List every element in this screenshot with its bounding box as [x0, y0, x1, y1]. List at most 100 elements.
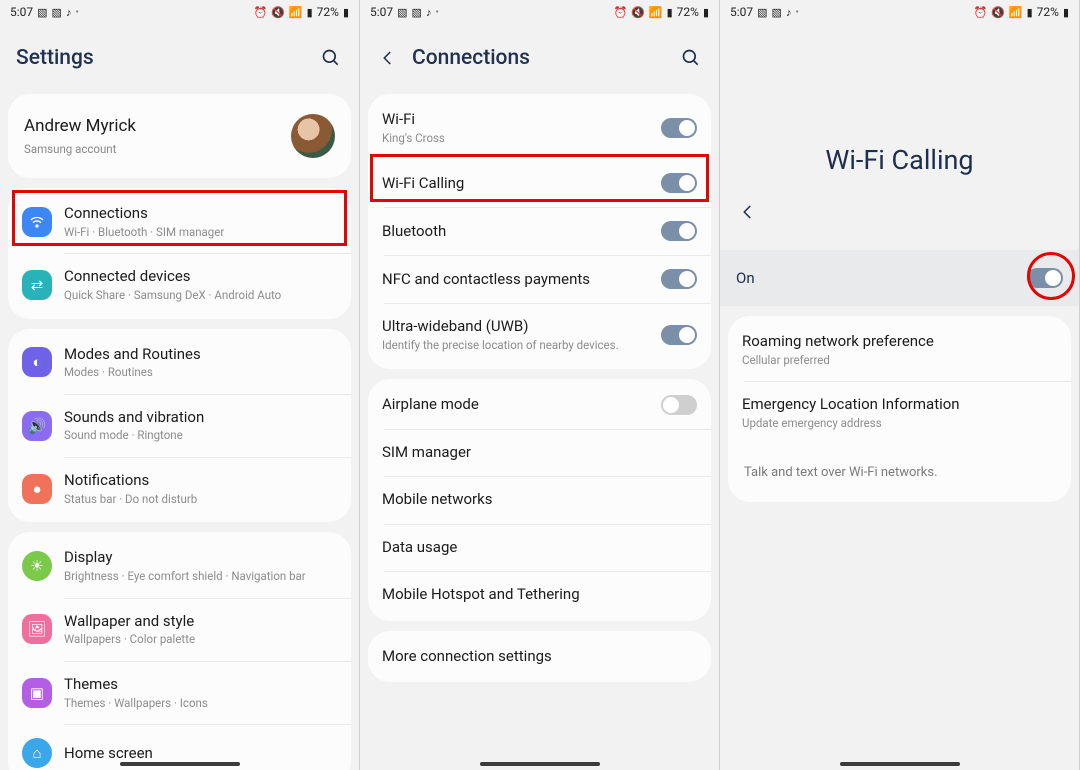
row-sub: Identify the precise location of nearby … — [382, 339, 649, 353]
row-connected-devices[interactable]: ⇄ Connected devices Quick Share · Samsun… — [8, 253, 351, 316]
row-title: NFC and contactless payments — [382, 270, 649, 290]
row-sub: Wallpapers · Color palette — [64, 633, 337, 647]
wifi-calling-toggle[interactable] — [661, 173, 697, 193]
profile-card[interactable]: Andrew Myrick Samsung account — [8, 94, 351, 178]
bluetooth-toggle[interactable] — [661, 221, 697, 241]
back-button[interactable] — [376, 46, 400, 70]
signal-icon: ▮ — [1027, 7, 1033, 18]
row-sub: Cellular preferred — [742, 354, 1057, 368]
themes-icon: ▣ — [22, 678, 52, 708]
row-title: Roaming network preference — [742, 332, 1057, 352]
row-wallpaper[interactable]: 🖼 Wallpaper and style Wallpapers · Color… — [8, 598, 351, 661]
row-wifi[interactable]: Wi-Fi King's Cross — [368, 96, 711, 159]
group-display: ☀ Display Brightness · Eye comfort shiel… — [8, 532, 351, 770]
profile-name: Andrew Myrick — [24, 116, 291, 136]
group-wireless: Wi-Fi King's Cross Wi-Fi Calling Bluetoo… — [368, 94, 711, 369]
battery-icon: ▮ — [343, 7, 349, 18]
profile-sub: Samsung account — [24, 142, 291, 156]
row-title: Sounds and vibration — [64, 408, 337, 428]
gesture-handle[interactable] — [480, 762, 600, 766]
picture-icon: ▧ — [37, 7, 47, 18]
devices-icon: ⇄ — [22, 270, 52, 300]
wifi-icon — [22, 207, 52, 237]
signal-icon: ▮ — [667, 7, 673, 18]
clock: 5:07 — [370, 5, 393, 19]
wifi-icon: 📶 — [649, 7, 663, 18]
group-network: Airplane mode SIM manager Mobile network… — [368, 379, 711, 621]
uwb-toggle[interactable] — [661, 325, 697, 345]
page-title: Wi-Fi Calling — [720, 144, 1079, 176]
page-title: Connections — [412, 46, 667, 70]
gesture-handle[interactable] — [120, 762, 240, 766]
on-section: On — [720, 250, 1079, 306]
mute-icon: 🔇 — [271, 7, 285, 18]
music-icon: ♪ — [66, 7, 72, 18]
row-modes[interactable]: ◐ Modes and Routines Modes · Routines — [8, 331, 351, 394]
clock: 5:07 — [730, 5, 753, 19]
search-button[interactable] — [319, 46, 343, 70]
row-wifi-calling[interactable]: Wi-Fi Calling — [368, 159, 711, 207]
group-options: Roaming network preference Cellular pref… — [728, 316, 1071, 502]
row-airplane[interactable]: Airplane mode — [368, 381, 711, 429]
wifi-calling-master-toggle[interactable] — [1027, 268, 1063, 288]
row-sub: Brightness · Eye comfort shield · Naviga… — [64, 570, 337, 584]
picture-icon: ▧ — [757, 7, 767, 18]
row-bluetooth[interactable]: Bluetooth — [368, 207, 711, 255]
music-icon: ♪ — [426, 7, 432, 18]
row-sim[interactable]: SIM manager — [368, 429, 711, 477]
airplane-toggle[interactable] — [661, 395, 697, 415]
row-themes[interactable]: ▣ Themes Themes · Wallpapers · Icons — [8, 661, 351, 724]
row-emergency-location[interactable]: Emergency Location Information Update em… — [728, 381, 1071, 444]
wifi-toggle[interactable] — [661, 118, 697, 138]
search-button[interactable] — [679, 46, 703, 70]
row-uwb[interactable]: Ultra-wideband (UWB) Identify the precis… — [368, 303, 711, 366]
footer-note: Talk and text over Wi-Fi networks. — [728, 445, 1071, 500]
on-label: On — [736, 269, 1027, 287]
row-title: Connected devices — [64, 267, 337, 287]
row-title: Connections — [64, 204, 337, 224]
row-sub: Quick Share · Samsung DeX · Android Auto — [64, 289, 337, 303]
status-bar: 5:07 ▧ ▧ ♪ • ⏰ 🔇 📶 ▮ 72% ▮ — [0, 0, 359, 24]
clock: 5:07 — [10, 5, 33, 19]
mute-icon: 🔇 — [991, 7, 1005, 18]
more-icon: • — [795, 7, 798, 18]
row-mobile-networks[interactable]: Mobile networks — [368, 476, 711, 524]
search-icon — [321, 48, 341, 68]
row-hotspot[interactable]: Mobile Hotspot and Tethering — [368, 571, 711, 619]
row-roaming-pref[interactable]: Roaming network preference Cellular pref… — [728, 318, 1071, 381]
row-sub: Themes · Wallpapers · Icons — [64, 697, 337, 711]
row-notifications[interactable]: ● Notifications Status bar · Do not dist… — [8, 457, 351, 520]
row-nfc[interactable]: NFC and contactless payments — [368, 255, 711, 303]
row-display[interactable]: ☀ Display Brightness · Eye comfort shiel… — [8, 534, 351, 597]
wallpaper-icon: 🖼 — [22, 614, 52, 644]
signal-icon: ▮ — [307, 7, 313, 18]
row-sub: Modes · Routines — [64, 366, 337, 380]
bell-icon: ● — [22, 474, 52, 504]
row-title: Home screen — [64, 744, 337, 764]
display-icon: ☀ — [22, 551, 52, 581]
row-more-settings[interactable]: More connection settings — [368, 633, 711, 681]
group-modes: ◐ Modes and Routines Modes · Routines 🔊 … — [8, 329, 351, 523]
row-sub: Status bar · Do not disturb — [64, 493, 337, 507]
sound-icon: 🔊 — [22, 411, 52, 441]
back-button[interactable] — [736, 200, 760, 224]
row-connections[interactable]: Connections Wi-Fi · Bluetooth · SIM mana… — [8, 190, 351, 253]
row-sounds[interactable]: 🔊 Sounds and vibration Sound mode · Ring… — [8, 394, 351, 457]
picture-icon: ▧ — [772, 7, 782, 18]
music-icon: ♪ — [786, 7, 792, 18]
chevron-left-icon — [379, 49, 397, 67]
avatar[interactable] — [291, 114, 335, 158]
gesture-handle[interactable] — [840, 762, 960, 766]
more-icon: • — [75, 7, 78, 18]
header: Settings — [0, 24, 359, 84]
row-sub: Sound mode · Ringtone — [64, 429, 337, 443]
alarm-icon: ⏰ — [973, 7, 987, 18]
battery-percent: 72% — [677, 5, 699, 19]
row-data-usage[interactable]: Data usage — [368, 524, 711, 572]
nfc-toggle[interactable] — [661, 269, 697, 289]
battery-percent: 72% — [1037, 5, 1059, 19]
mute-icon: 🔇 — [631, 7, 645, 18]
search-icon — [681, 48, 701, 68]
battery-percent: 72% — [317, 5, 339, 19]
group-more: More connection settings — [368, 631, 711, 683]
